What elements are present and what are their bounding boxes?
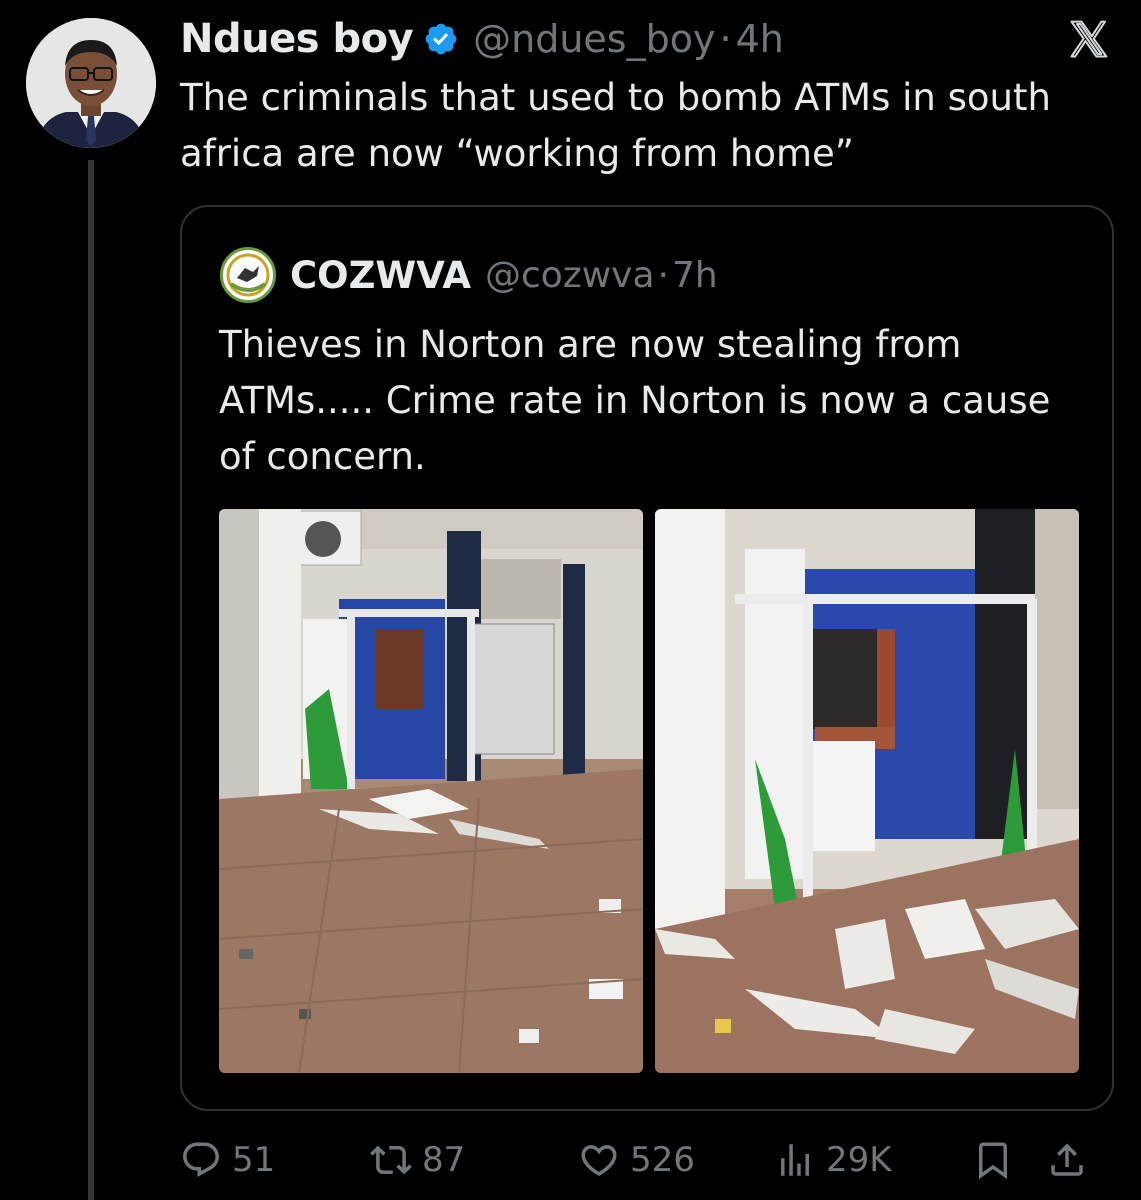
separator-dot: · [657, 254, 669, 296]
retweet-icon [370, 1145, 412, 1175]
quoted-author-name[interactable]: COZWVA [290, 254, 471, 297]
bookmark-button[interactable] [972, 1134, 1014, 1186]
share-icon [1051, 1143, 1083, 1176]
quoted-author-avatar[interactable] [220, 247, 276, 303]
views-count: 29K [826, 1140, 892, 1180]
x-logo-icon[interactable] [1064, 18, 1112, 62]
share-button[interactable] [1046, 1134, 1088, 1186]
reply-icon [183, 1142, 219, 1177]
views-button[interactable]: 29K [774, 1134, 892, 1186]
like-count: 526 [630, 1140, 695, 1180]
quoted-tweet-header: COZWVA @cozwva · 7h [220, 247, 718, 303]
tweet-text: The criminals that used to bomb ATMs in … [180, 76, 1051, 175]
thread-line [88, 160, 94, 1200]
author-handle[interactable]: @ndues_boy [473, 17, 715, 61]
quoted-tweet-card[interactable]: COZWVA @cozwva · 7h Thieves in Norton ar… [180, 205, 1114, 1111]
reply-button[interactable]: 51 [180, 1134, 275, 1186]
quoted-tweet-text: Thieves in Norton are now stealing from … [219, 323, 1051, 478]
retweet-button[interactable]: 87 [370, 1134, 465, 1186]
separator-dot: · [719, 17, 732, 61]
quoted-tweet-time[interactable]: 7h [672, 255, 718, 296]
author-avatar[interactable] [26, 18, 156, 148]
tweet-actions-bar: 51 87 526 29K [180, 1134, 1110, 1186]
tweet-header: Ndues boy @ndues_boy · 4h [180, 14, 784, 64]
reply-count: 51 [232, 1140, 276, 1180]
author-name[interactable]: Ndues boy [180, 16, 414, 62]
media-photo-2[interactable] [655, 509, 1079, 1073]
views-icon [781, 1144, 809, 1176]
bookmark-icon [979, 1142, 1007, 1180]
verified-badge-icon [425, 23, 457, 55]
media-photo-1[interactable] [219, 509, 643, 1073]
tweet-time[interactable]: 4h [736, 17, 784, 61]
like-button[interactable]: 526 [578, 1134, 695, 1186]
quoted-author-handle[interactable]: @cozwva [485, 255, 655, 296]
like-icon [581, 1145, 617, 1177]
retweet-count: 87 [422, 1140, 466, 1180]
